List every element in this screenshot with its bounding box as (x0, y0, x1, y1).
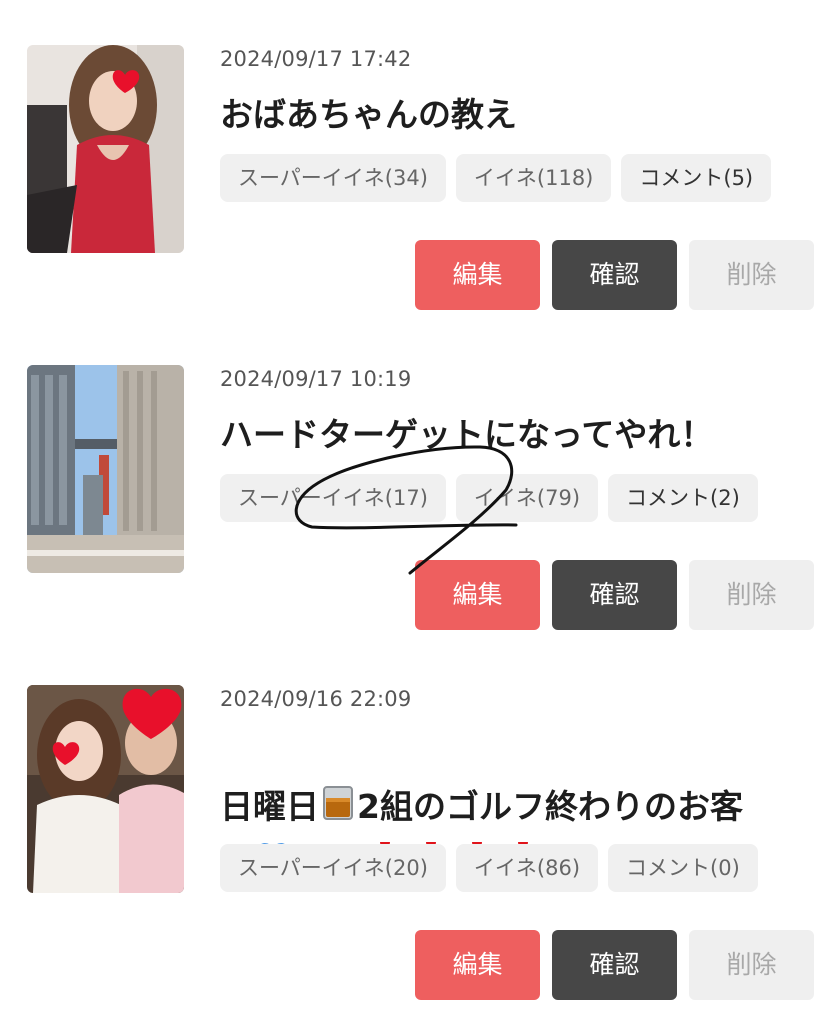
like-count: イイネ(86) (455, 844, 599, 892)
post-thumbnail[interactable] (27, 685, 184, 893)
post-photo-woman-red-dress (27, 45, 184, 253)
comment-count[interactable]: コメント(0) (608, 844, 758, 892)
post-stats: スーパーイイネ(34) イイネ(118) コメント(5) (220, 154, 772, 202)
post-stats: スーパーイイネ(20) イイネ(86) コメント(0) (220, 844, 758, 892)
post-stats: スーパーイイネ(17) イイネ(79) コメント(2) (220, 474, 758, 522)
post-title-part: 日曜日 (220, 787, 319, 826)
super-like-count: スーパーイイネ(17) (220, 474, 446, 522)
edit-button[interactable]: 編集 (415, 560, 540, 630)
delete-button[interactable]: 削除 (689, 240, 814, 310)
post-actions: 編集 確認 削除 (415, 560, 814, 630)
comment-count[interactable]: コメント(2) (608, 474, 758, 522)
comment-count[interactable]: コメント(5) (621, 154, 772, 202)
post-photo-two-people (27, 685, 184, 893)
edit-button[interactable]: 編集 (415, 930, 540, 1000)
confirm-button[interactable]: 確認 (552, 240, 677, 310)
like-count: イイネ(118) (455, 154, 612, 202)
post-thumbnail[interactable] (27, 365, 184, 573)
post-date: 2024/09/17 17:42 (220, 47, 412, 71)
super-like-count: スーパーイイネ(20) (220, 844, 446, 892)
post-actions: 編集 確認 削除 (415, 240, 814, 310)
post-title[interactable]: ハードターゲットになってやれ！ (220, 409, 820, 461)
confirm-button[interactable]: 確認 (552, 930, 677, 1000)
confirm-button[interactable]: 確認 (552, 560, 677, 630)
post-photo-city-buildings (27, 365, 184, 573)
post-title-part: 2組のゴルフ終わりのお客 (357, 787, 743, 826)
whisky-glass-icon (319, 784, 357, 837)
super-like-count: スーパーイイネ(34) (220, 154, 446, 202)
post-title[interactable]: おばあちゃんの教え (220, 89, 820, 141)
delete-button[interactable]: 削除 (689, 930, 814, 1000)
edit-button[interactable]: 編集 (415, 240, 540, 310)
post-actions: 編集 確認 削除 (415, 930, 814, 1000)
post-thumbnail[interactable] (27, 45, 184, 253)
delete-button[interactable]: 削除 (689, 560, 814, 630)
post-date: 2024/09/16 22:09 (220, 687, 412, 711)
like-count: イイネ(79) (455, 474, 599, 522)
post-date: 2024/09/17 10:19 (220, 367, 412, 391)
